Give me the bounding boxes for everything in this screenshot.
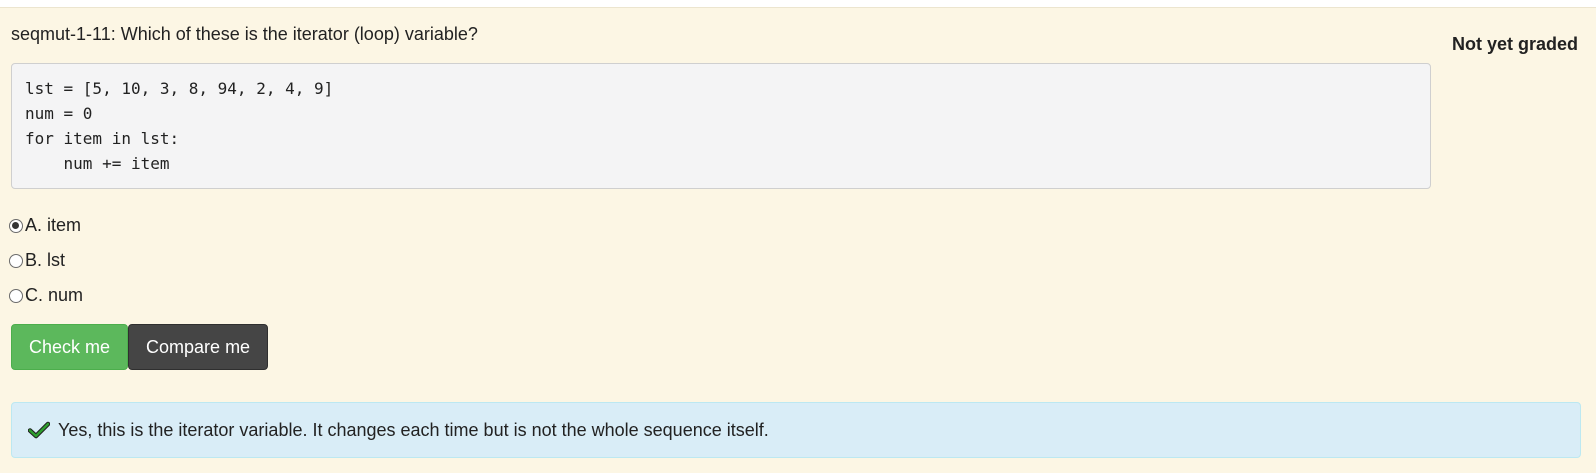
compare-me-button[interactable]: Compare me — [128, 324, 269, 370]
code-block: lst = [5, 10, 3, 8, 94, 2, 4, 9] num = 0… — [11, 63, 1431, 189]
answer-options: A. item B. lst C. num — [9, 208, 83, 313]
option-label: C. num — [25, 285, 84, 305]
code-line: num = 0 — [25, 104, 93, 123]
button-group: Check me Compare me — [11, 324, 269, 370]
radio-button[interactable] — [9, 218, 23, 233]
feedback-text: Yes, this is the iterator variable. It c… — [58, 419, 769, 440]
code-line: num += item — [25, 154, 170, 173]
radio-button[interactable] — [9, 253, 23, 268]
check-me-button[interactable]: Check me — [11, 324, 129, 370]
option-a[interactable]: A. item — [9, 208, 83, 243]
option-c[interactable]: C. num — [9, 278, 83, 313]
checkmark-icon — [28, 421, 50, 439]
grade-status: Not yet graded — [1451, 34, 1578, 54]
option-label: B. lst — [25, 250, 66, 270]
option-label: A. item — [25, 215, 82, 235]
code-line: lst = [5, 10, 3, 8, 94, 2, 4, 9] — [25, 79, 334, 98]
feedback-panel: Yes, this is the iterator variable. It c… — [11, 402, 1581, 458]
code-line: for item in lst: — [25, 129, 180, 148]
option-b[interactable]: B. lst — [9, 243, 83, 278]
question-title: seqmut-1-11: Which of these is the itera… — [11, 24, 478, 44]
radio-button[interactable] — [9, 288, 23, 303]
question-card: seqmut-1-11: Which of these is the itera… — [0, 7, 1596, 473]
